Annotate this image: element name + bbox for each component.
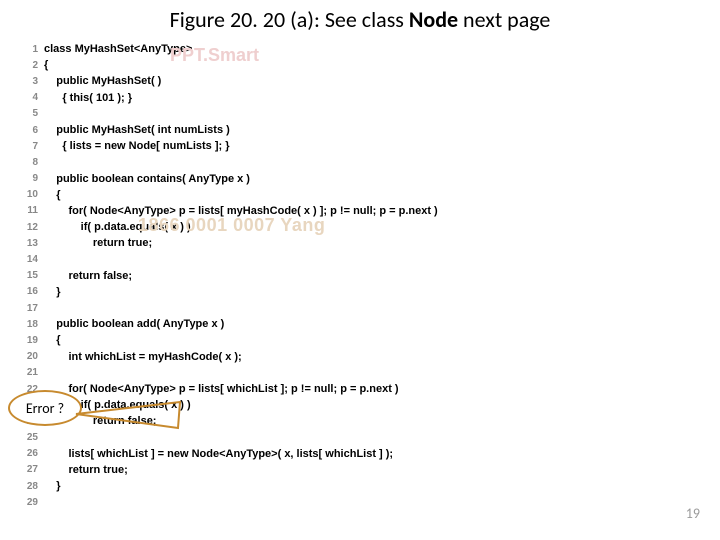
code-line: 27 return true;	[20, 462, 720, 478]
title-bold: Node	[409, 6, 458, 33]
code-line: 20 int whichList = myHashCode( x );	[20, 349, 720, 365]
line-number: 5	[20, 108, 44, 119]
code-line: 11 for( Node<AnyType> p = lists[ myHashC…	[20, 203, 720, 219]
code-line: 5	[20, 106, 720, 122]
code-text: lists[ whichList ] = new Node<AnyType>( …	[44, 448, 393, 460]
code-text: return true;	[44, 464, 128, 476]
code-line: 29	[20, 494, 720, 510]
code-text: public MyHashSet( )	[44, 75, 161, 87]
title-prefix: Figure 20. 20 (a): See class	[170, 6, 409, 33]
page-title: Figure 20. 20 (a): See class Node next p…	[0, 0, 720, 33]
line-number: 14	[20, 254, 44, 265]
code-listing: PPT.Smart 1866 0001 0007 Yang 1class MyH…	[20, 41, 720, 510]
code-text: }	[44, 480, 61, 492]
code-line: 16 }	[20, 284, 720, 300]
line-number: 12	[20, 222, 44, 233]
code-line: 18 public boolean add( AnyType x )	[20, 316, 720, 332]
line-number: 1	[20, 44, 44, 55]
code-line: 15 return false;	[20, 268, 720, 284]
code-line: 14	[20, 251, 720, 267]
line-number: 9	[20, 173, 44, 184]
code-line: 2{	[20, 57, 720, 73]
code-text: if( p.data.equals( x ) )	[44, 221, 191, 233]
code-line: 1class MyHashSet<AnyType>	[20, 41, 720, 57]
code-line: 3 public MyHashSet( )	[20, 73, 720, 89]
line-number: 4	[20, 92, 44, 103]
code-line: 8	[20, 154, 720, 170]
code-line: 24 return false;	[20, 413, 720, 429]
line-number: 7	[20, 141, 44, 152]
code-line: 23 if( p.data.equals( x ) )	[20, 397, 720, 413]
code-text: public MyHashSet( int numLists )	[44, 124, 230, 136]
line-number: 2	[20, 60, 44, 71]
line-number: 29	[20, 497, 44, 508]
line-number: 18	[20, 319, 44, 330]
code-text: { this( 101 ); }	[44, 92, 132, 104]
line-number: 21	[20, 367, 44, 378]
code-line: 25	[20, 430, 720, 446]
code-text: class MyHashSet<AnyType>	[44, 43, 192, 55]
code-text: }	[44, 286, 61, 298]
line-number: 20	[20, 351, 44, 362]
line-number: 6	[20, 125, 44, 136]
title-suffix: next page	[458, 6, 550, 33]
code-text: return true;	[44, 237, 152, 249]
code-line: 12 if( p.data.equals( x ) )	[20, 219, 720, 235]
code-line: 9 public boolean contains( AnyType x )	[20, 171, 720, 187]
code-line: 26 lists[ whichList ] = new Node<AnyType…	[20, 446, 720, 462]
code-line: 4 { this( 101 ); }	[20, 90, 720, 106]
code-text: {	[44, 189, 61, 201]
code-text: int whichList = myHashCode( x );	[44, 351, 242, 363]
line-number: 16	[20, 286, 44, 297]
code-text: {	[44, 59, 48, 71]
line-number: 19	[20, 335, 44, 346]
code-line: 6 public MyHashSet( int numLists )	[20, 122, 720, 138]
code-line: 17	[20, 300, 720, 316]
error-callout-label: Error ?	[26, 400, 64, 417]
error-callout: Error ?	[8, 390, 82, 426]
line-number: 25	[20, 432, 44, 443]
line-number: 11	[20, 205, 44, 216]
code-line: 28 }	[20, 478, 720, 494]
code-text: {	[44, 334, 61, 346]
code-text: public boolean add( AnyType x )	[44, 318, 224, 330]
code-line: 13 return true;	[20, 235, 720, 251]
code-text: { lists = new Node[ numLists ]; }	[44, 140, 230, 152]
line-number: 3	[20, 76, 44, 87]
line-number: 8	[20, 157, 44, 168]
line-number: 28	[20, 481, 44, 492]
line-number: 26	[20, 448, 44, 459]
code-line: 21	[20, 365, 720, 381]
code-text: for( Node<AnyType> p = lists[ whichList …	[44, 383, 399, 395]
line-number: 27	[20, 464, 44, 475]
line-number: 17	[20, 303, 44, 314]
code-text: for( Node<AnyType> p = lists[ myHashCode…	[44, 205, 438, 217]
code-line: 22 for( Node<AnyType> p = lists[ whichLi…	[20, 381, 720, 397]
code-text: return false;	[44, 270, 132, 282]
line-number: 10	[20, 189, 44, 200]
code-text: public boolean contains( AnyType x )	[44, 173, 250, 185]
code-line: 10 {	[20, 187, 720, 203]
line-number: 15	[20, 270, 44, 281]
page-number: 19	[686, 505, 700, 522]
code-line: 19 {	[20, 332, 720, 348]
code-line: 7 { lists = new Node[ numLists ]; }	[20, 138, 720, 154]
line-number: 13	[20, 238, 44, 249]
